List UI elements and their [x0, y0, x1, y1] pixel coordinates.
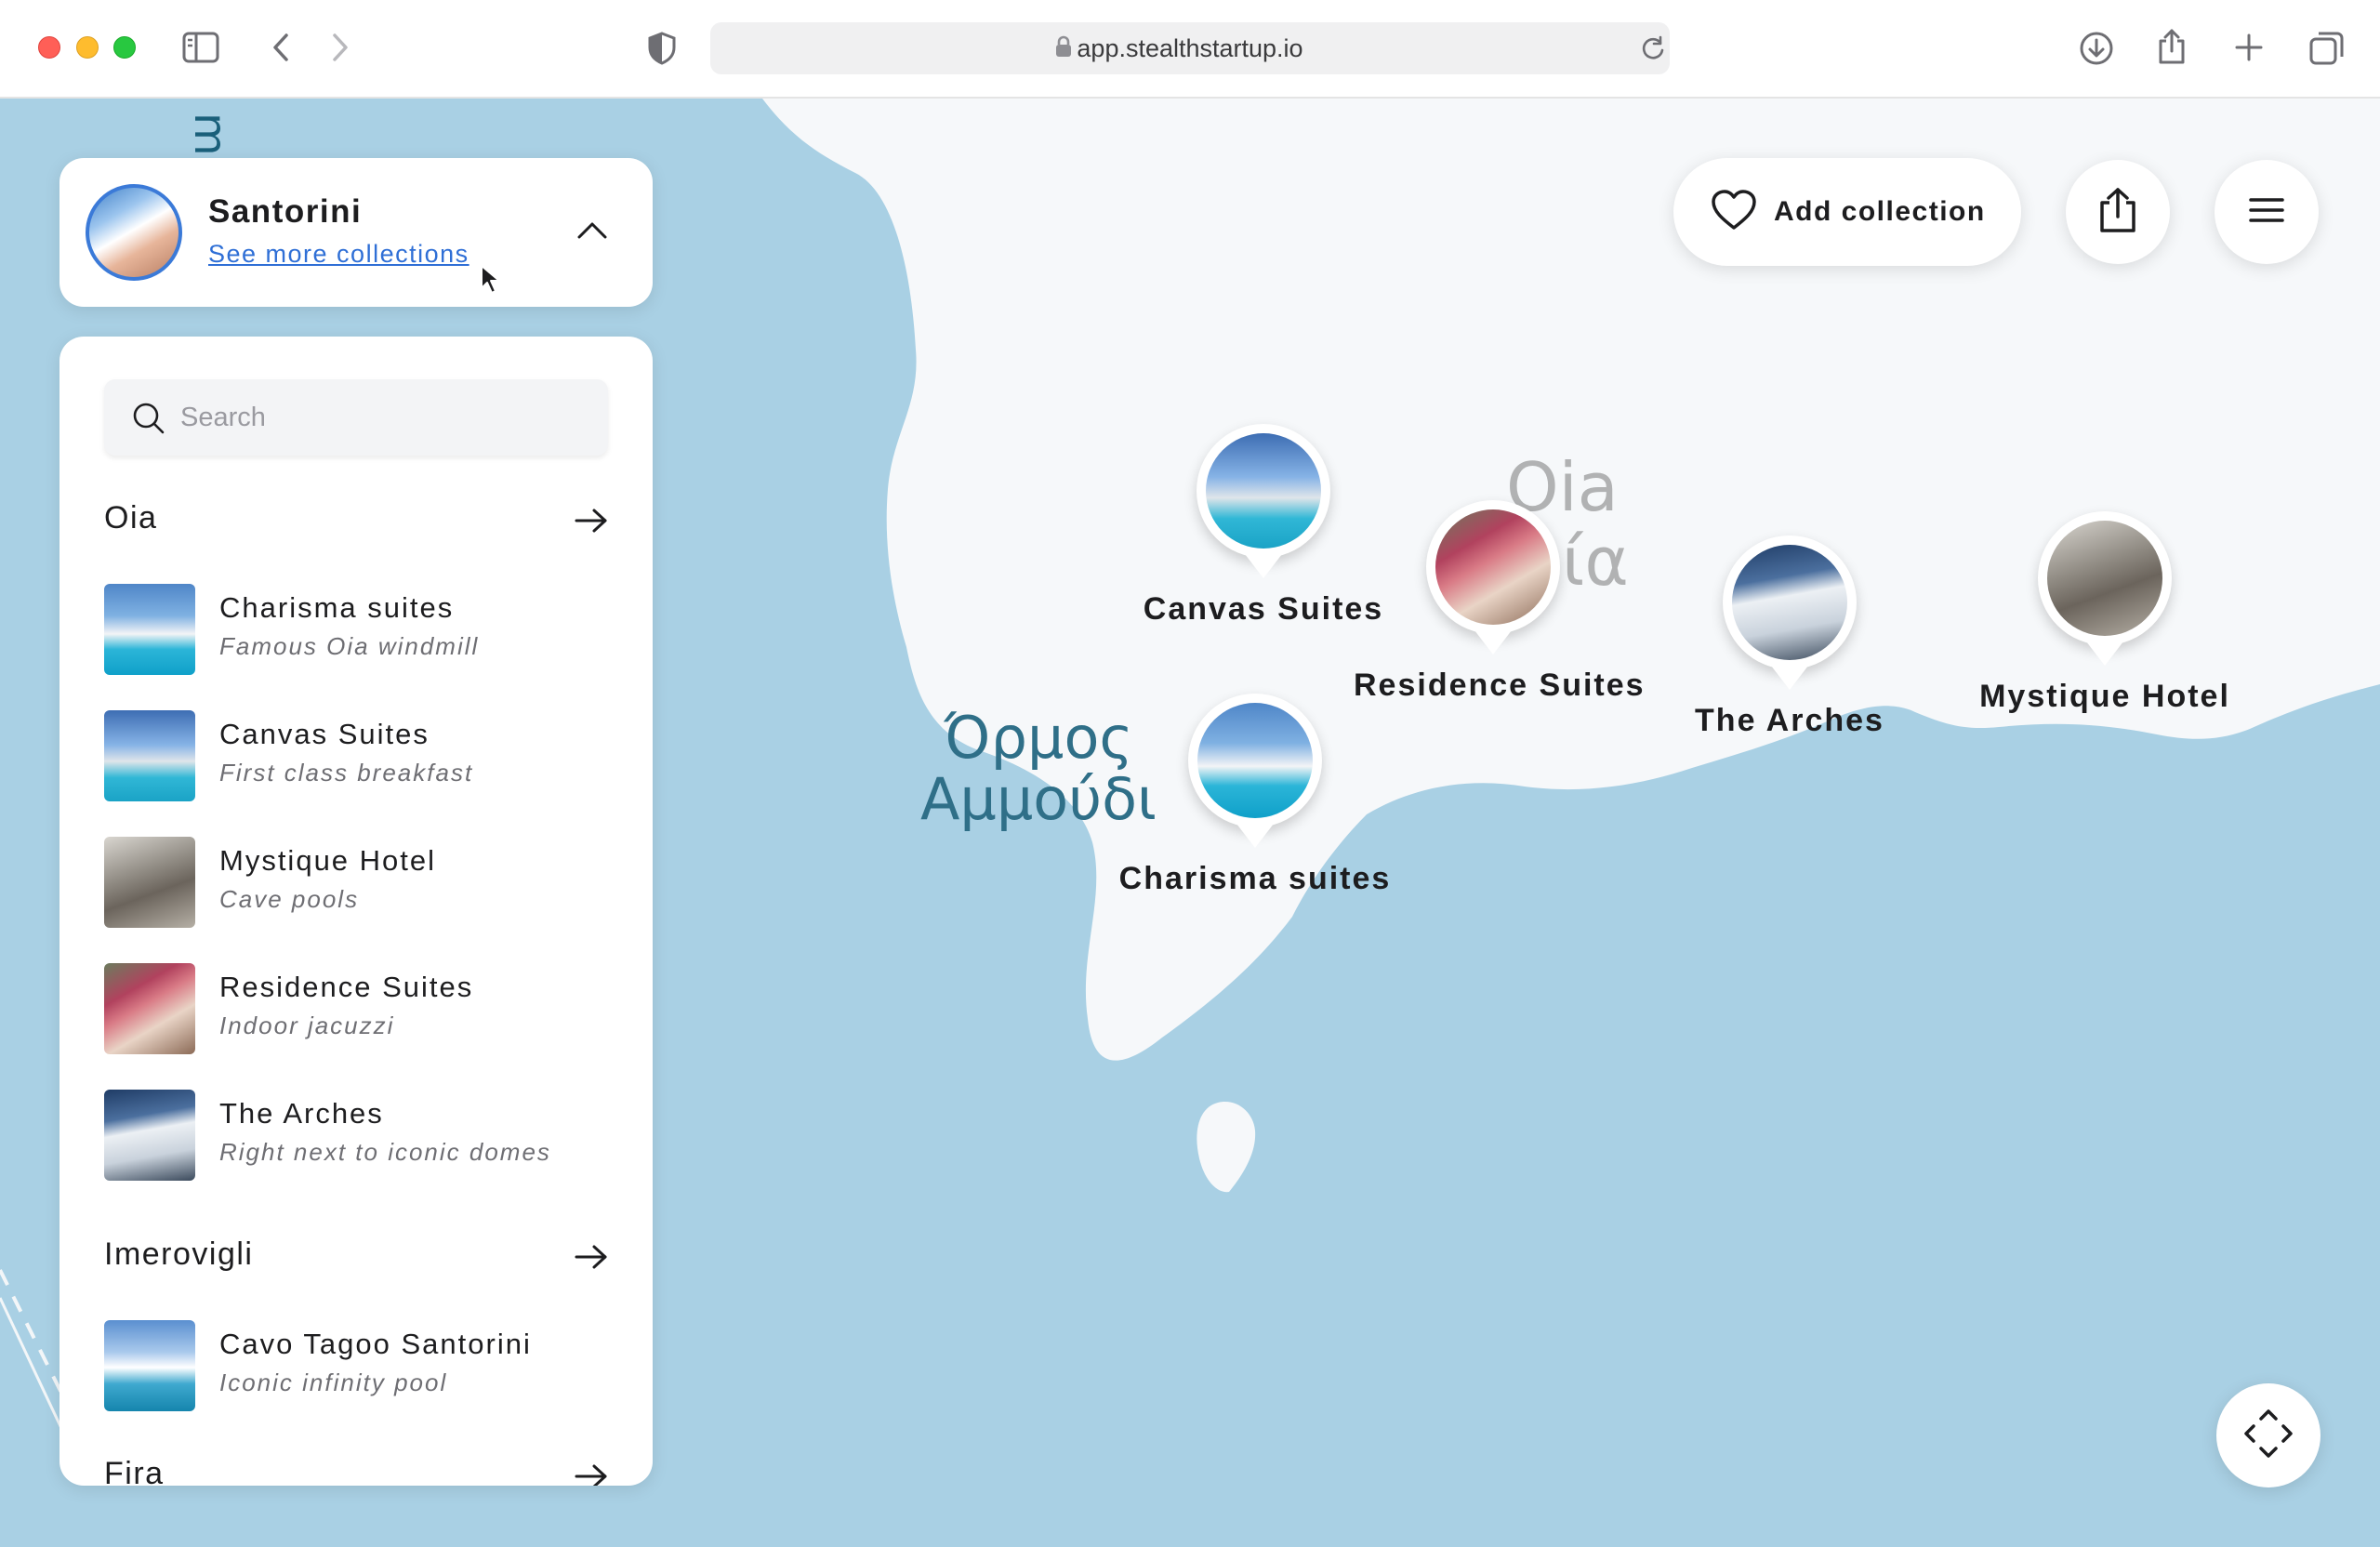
places-panel: Oia Charisma suites Famous Oia windmill …: [60, 337, 653, 1486]
search-input[interactable]: [180, 379, 589, 456]
chevron-up-icon[interactable]: [576, 219, 608, 240]
map-pin-residence-suites[interactable]: Residence Suites: [1354, 500, 1646, 704]
map-pin-mystique-hotel[interactable]: Mystique Hotel: [1965, 511, 2244, 715]
item-name: Canvas Suites: [219, 718, 430, 750]
collection-title: Santorini: [208, 193, 363, 230]
collection-header[interactable]: Santorini See more collections: [60, 158, 653, 307]
add-collection-label: Add collection: [1774, 196, 1986, 227]
menu-button[interactable]: [2215, 160, 2319, 264]
item-thumbnail: [104, 1090, 195, 1181]
add-collection-button[interactable]: Add collection: [1673, 158, 2021, 266]
map-pin-charisma-suites[interactable]: Charisma suites: [1116, 694, 1395, 897]
pin-marker[interactable]: [2038, 511, 2172, 666]
item-subtitle: First class breakfast: [219, 759, 474, 787]
the-arches-photo: [1732, 545, 1847, 660]
browser-toolbar: app.stealthstartup.io: [0, 0, 2380, 99]
section-header-fira[interactable]: Fira: [104, 1450, 608, 1486]
list-item[interactable]: Mystique Hotel Cave pools: [104, 837, 608, 930]
residence-suites-photo: [1435, 509, 1551, 625]
forward-icon[interactable]: [329, 32, 351, 63]
heart-icon: [1711, 189, 1757, 236]
item-name: Charisma suites: [219, 591, 455, 624]
zoom-window-button[interactable]: [113, 36, 136, 59]
section-title: Oia: [104, 500, 158, 536]
item-subtitle: Cave pools: [219, 885, 360, 913]
section-header-oia[interactable]: Oia: [104, 495, 608, 550]
reload-icon[interactable]: [1640, 35, 1666, 61]
section-title: Fira: [104, 1456, 165, 1486]
arrow-right-icon[interactable]: [575, 508, 608, 538]
item-name: The Arches: [219, 1097, 384, 1130]
item-name: Mystique Hotel: [219, 844, 437, 877]
address-bar[interactable]: app.stealthstartup.io: [710, 22, 1670, 74]
pin-marker[interactable]: [1426, 500, 1560, 654]
canvas-suites-photo: [1206, 433, 1321, 549]
collection-avatar: [86, 184, 182, 281]
arrow-right-icon[interactable]: [575, 1463, 608, 1486]
browser-share-icon[interactable]: [2157, 28, 2187, 65]
pin-label: Charisma suites: [1118, 861, 1392, 896]
list-item[interactable]: Canvas Suites First class breakfast: [104, 710, 608, 803]
list-item[interactable]: Cavo Tagoo Santorini Iconic infinity poo…: [104, 1320, 608, 1413]
mouse-cursor-icon: [480, 264, 504, 300]
sidebar-toggle-icon[interactable]: [182, 32, 219, 63]
mystique-hotel-photo: [2047, 521, 2162, 636]
minimize-window-button[interactable]: [76, 36, 99, 59]
item-name: Residence Suites: [219, 971, 474, 1003]
see-more-collections-link[interactable]: See more collections: [208, 240, 469, 269]
downloads-icon[interactable]: [2079, 31, 2114, 66]
item-subtitle: Iconic infinity pool: [219, 1368, 448, 1396]
new-tab-icon[interactable]: [2233, 32, 2265, 63]
share-button[interactable]: [2066, 160, 2170, 264]
pin-marker[interactable]: [1723, 536, 1857, 690]
recenter-button[interactable]: [2216, 1383, 2320, 1488]
item-thumbnail: [104, 1320, 195, 1411]
charisma-suites-photo: [1197, 703, 1313, 818]
section-header-imerovigli[interactable]: Imerovigli: [104, 1231, 608, 1287]
back-icon[interactable]: [270, 32, 292, 63]
item-subtitle: Famous Oia windmill: [219, 632, 480, 660]
pin-marker[interactable]: [1188, 694, 1322, 848]
map-pin-the-arches[interactable]: The Arches: [1650, 536, 1929, 739]
item-thumbnail: [104, 710, 195, 801]
item-thumbnail: [104, 837, 195, 928]
item-subtitle: Right next to iconic domes: [219, 1138, 551, 1166]
list-item[interactable]: Residence Suites Indoor jacuzzi: [104, 963, 608, 1056]
item-name: Cavo Tagoo Santorini: [219, 1328, 532, 1360]
tab-overview-icon[interactable]: [2309, 31, 2345, 66]
pin-label: Residence Suites: [1354, 668, 1646, 703]
search-icon: [132, 402, 165, 440]
item-thumbnail: [104, 963, 195, 1054]
list-item[interactable]: The Arches Right next to iconic domes: [104, 1090, 608, 1183]
pin-label: The Arches: [1695, 703, 1884, 738]
search-box[interactable]: [104, 379, 608, 456]
privacy-shield-icon[interactable]: [647, 32, 677, 65]
item-thumbnail: [104, 584, 195, 675]
pin-label: Mystique Hotel: [1979, 679, 2230, 714]
recenter-icon: [2242, 1408, 2294, 1464]
menu-icon: [2248, 196, 2285, 229]
lock-icon: [1055, 35, 1072, 58]
list-item[interactable]: Charisma suites Famous Oia windmill: [104, 584, 608, 677]
close-window-button[interactable]: [38, 36, 60, 59]
share-icon: [2096, 186, 2139, 239]
url-text[interactable]: app.stealthstartup.io: [710, 22, 1670, 74]
item-subtitle: Indoor jacuzzi: [219, 1012, 395, 1039]
section-title: Imerovigli: [104, 1236, 254, 1272]
arrow-right-icon[interactable]: [575, 1244, 608, 1275]
pin-marker[interactable]: [1197, 424, 1330, 578]
